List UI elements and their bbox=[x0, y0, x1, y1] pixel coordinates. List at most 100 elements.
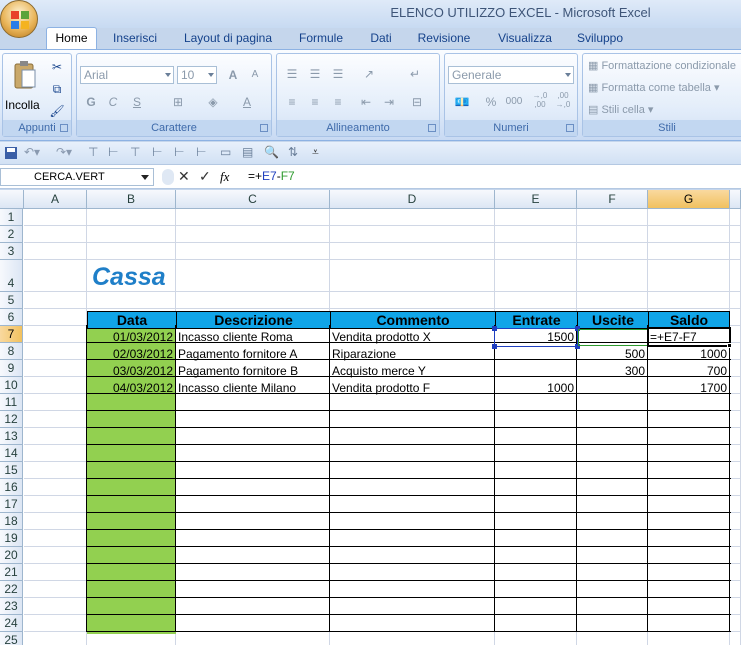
customize-toolbar-icon[interactable]: ⩡ bbox=[312, 145, 319, 159]
align-right-button[interactable]: ≡ bbox=[327, 92, 349, 112]
merge-center-button[interactable]: ⊟ bbox=[403, 92, 431, 112]
row-header-5[interactable]: 5 bbox=[0, 292, 23, 309]
cell-d7[interactable]: Vendita prodotto X bbox=[332, 329, 492, 346]
print-icon[interactable]: ▤ bbox=[242, 145, 253, 159]
grow-font-button[interactable]: A bbox=[223, 65, 243, 85]
cell-e10[interactable]: 1000 bbox=[497, 380, 574, 397]
font-size-combo[interactable]: 10 bbox=[177, 66, 217, 84]
header-descrizione[interactable]: Descrizione bbox=[176, 311, 331, 329]
underline-button[interactable]: S bbox=[125, 92, 149, 112]
formula-input[interactable]: =+E7-F7 bbox=[244, 168, 741, 186]
active-cell-g7[interactable] bbox=[647, 327, 731, 347]
header-data[interactable]: Data bbox=[87, 311, 177, 329]
name-box[interactable]: CERCA.VERT bbox=[0, 168, 154, 186]
font-color-button[interactable]: A bbox=[233, 92, 261, 112]
thousands-button[interactable]: 000 bbox=[503, 92, 525, 112]
cell-b10[interactable]: 04/03/2012 bbox=[87, 380, 173, 397]
format-painter-button[interactable]: 🖌 bbox=[47, 101, 67, 121]
row-header-2[interactable]: 2 bbox=[0, 226, 23, 243]
select-all-corner[interactable] bbox=[0, 190, 24, 209]
conditional-formatting-button[interactable]: ▦ Formattazione condizionale bbox=[587, 56, 741, 76]
tab-dati[interactable]: Dati bbox=[362, 28, 400, 50]
row-header-23[interactable]: 23 bbox=[0, 598, 23, 615]
open-folder-icon[interactable]: ▭ bbox=[220, 145, 231, 159]
currency-button[interactable]: 💶 bbox=[447, 92, 477, 112]
row-header-15[interactable]: 15 bbox=[0, 462, 23, 479]
tab-inserisci[interactable]: Inserisci bbox=[104, 28, 166, 50]
cell-e8[interactable] bbox=[497, 346, 574, 363]
cut-button[interactable]: ✂ bbox=[47, 57, 67, 77]
cell-b7[interactable]: 01/03/2012 bbox=[87, 329, 173, 346]
align-center-button[interactable]: ≡ bbox=[304, 92, 326, 112]
row-header-19[interactable]: 19 bbox=[0, 530, 23, 547]
toolbar-icon[interactable]: ⊤ bbox=[88, 145, 98, 159]
format-as-table-button[interactable]: ▦ Formatta come tabella ▾ bbox=[587, 78, 741, 98]
row-header-4[interactable]: 4 bbox=[0, 260, 23, 292]
row-header-3[interactable]: 3 bbox=[0, 243, 23, 260]
column-header-b[interactable]: B bbox=[87, 190, 176, 209]
cancel-icon[interactable]: ✕ bbox=[178, 168, 190, 185]
row-header-20[interactable]: 20 bbox=[0, 547, 23, 564]
toolbar-icon[interactable]: ⊢ bbox=[152, 145, 162, 159]
column-header-g[interactable]: G bbox=[648, 190, 730, 209]
column-header-f[interactable]: F bbox=[577, 190, 648, 209]
align-bottom-button[interactable]: ☰ bbox=[327, 64, 349, 84]
increase-decimals-button[interactable]: →,0 ,00 bbox=[529, 90, 551, 110]
tab-home[interactable]: Home bbox=[46, 27, 97, 50]
fill-handle[interactable] bbox=[727, 343, 732, 348]
orientation-button[interactable]: ↗ bbox=[355, 64, 383, 84]
resize-handle[interactable] bbox=[492, 344, 497, 349]
alignment-launcher[interactable] bbox=[428, 124, 436, 132]
cell-g10[interactable]: 1700 bbox=[650, 380, 727, 397]
fill-color-button[interactable]: ◈ bbox=[199, 92, 227, 112]
align-top-button[interactable]: ☰ bbox=[281, 64, 303, 84]
cell-b9[interactable]: 03/03/2012 bbox=[87, 363, 173, 380]
wrap-text-button[interactable]: ↵ bbox=[403, 64, 427, 84]
tab-revisione[interactable]: Revisione bbox=[410, 28, 478, 50]
header-entrate[interactable]: Entrate bbox=[495, 311, 578, 329]
row-header-24[interactable]: 24 bbox=[0, 615, 23, 632]
shrink-font-button[interactable]: A bbox=[245, 65, 265, 85]
row-header-13[interactable]: 13 bbox=[0, 428, 23, 445]
expand-handle[interactable] bbox=[162, 169, 174, 185]
toolbar-icon[interactable]: ⊤ bbox=[130, 145, 140, 159]
row-header-10[interactable]: 10 bbox=[0, 377, 23, 394]
borders-button[interactable]: ⊞ bbox=[165, 92, 191, 112]
increase-indent-button[interactable]: ⇥ bbox=[378, 92, 400, 112]
cell-d10[interactable]: Vendita prodotto F bbox=[332, 380, 492, 397]
row-header-6[interactable]: 6 bbox=[0, 309, 23, 326]
paste-button[interactable]: Incolla bbox=[5, 57, 42, 115]
column-header-d[interactable]: D bbox=[330, 190, 495, 209]
bold-button[interactable]: G bbox=[81, 92, 101, 112]
sheet-title-cassa[interactable]: Cassa bbox=[92, 260, 212, 294]
cell-e9[interactable] bbox=[497, 363, 574, 380]
header-commento[interactable]: Commento bbox=[330, 311, 496, 329]
italic-button[interactable]: C bbox=[103, 92, 123, 112]
row-header-25[interactable]: 25 bbox=[0, 632, 23, 645]
cell-f8[interactable]: 500 bbox=[579, 346, 645, 363]
toolbar-icon[interactable]: ⊢ bbox=[108, 145, 118, 159]
row-header-22[interactable]: 22 bbox=[0, 581, 23, 598]
row-header-11[interactable]: 11 bbox=[0, 394, 23, 411]
decrease-decimals-button[interactable]: ,00 →,0 bbox=[552, 90, 574, 110]
row-header-9[interactable]: 9 bbox=[0, 360, 23, 377]
column-header-a[interactable]: A bbox=[24, 190, 87, 209]
row-header-17[interactable]: 17 bbox=[0, 496, 23, 513]
save-icon[interactable] bbox=[4, 146, 18, 160]
row-header-21[interactable]: 21 bbox=[0, 564, 23, 581]
cell-styles-button[interactable]: ▤ Stili cella ▾ bbox=[587, 100, 687, 120]
font-name-combo[interactable]: Arial bbox=[80, 66, 174, 84]
header-uscite[interactable]: Uscite bbox=[577, 311, 649, 329]
cell-d8[interactable]: Riparazione bbox=[332, 346, 492, 363]
column-header-e[interactable]: E bbox=[495, 190, 577, 209]
row-header-1[interactable]: 1 bbox=[0, 209, 23, 226]
worksheet-grid[interactable]: A B C D E F G 1 2 3 4 5 6 7 8 9 10 11 12 13 14 15 16 17 1… bbox=[0, 190, 741, 645]
column-header-c[interactable]: C bbox=[176, 190, 330, 209]
font-launcher[interactable] bbox=[260, 124, 268, 132]
insert-function-button[interactable]: fx bbox=[220, 169, 229, 185]
cell-f9[interactable]: 300 bbox=[579, 363, 645, 380]
cell-b8[interactable]: 02/03/2012 bbox=[87, 346, 173, 363]
cell-g9[interactable]: 700 bbox=[650, 363, 727, 380]
cell-g8[interactable]: 1000 bbox=[650, 346, 727, 363]
row-header-8[interactable]: 8 bbox=[0, 343, 23, 360]
